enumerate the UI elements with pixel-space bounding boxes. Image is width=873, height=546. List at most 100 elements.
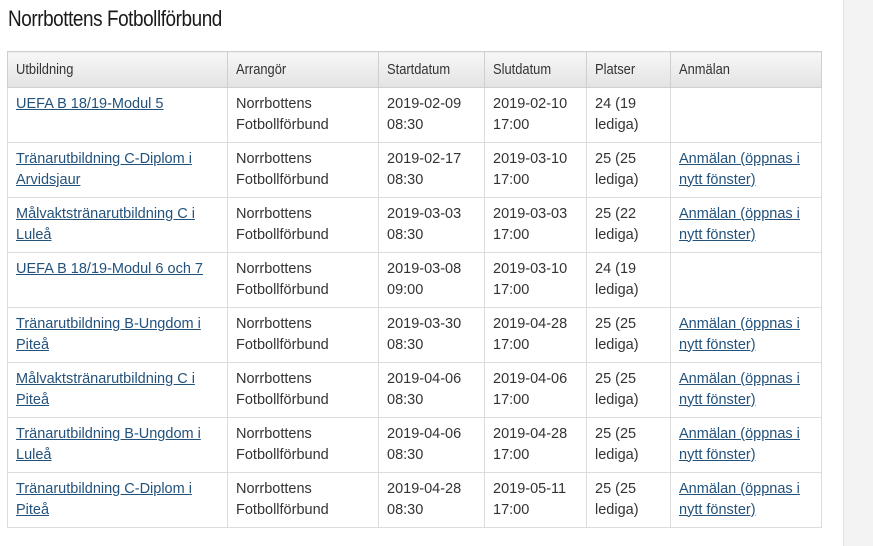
table-row: Tränarutbildning C-Diplom i Piteå Norrbot… (7, 472, 822, 528)
start-time: 08:30 (387, 116, 424, 133)
end-date-cell: 2019-03-10 17:00 (484, 142, 587, 198)
start-date: 2019-04-06 (387, 371, 462, 387)
table-row: Tränarutbildning C-Diplom i Arvidsjaur No… (7, 142, 822, 198)
end-date: 2019-03-10 (493, 261, 568, 277)
course-link[interactable]: Tränarutbildning B-Ungdom i Piteå (16, 316, 201, 353)
start-time: 08:30 (387, 446, 424, 463)
registration-cell: Anmälan (öppnas i nytt fönster) (670, 197, 822, 253)
end-time: 17:00 (493, 281, 530, 298)
column-header-slutdatum: Slutdatum (484, 51, 587, 88)
end-date-cell: 2019-04-28 17:00 (484, 417, 587, 473)
organizer-cell: Norrbottens Fotbollförbund (227, 417, 379, 473)
end-time: 17:00 (493, 116, 530, 133)
seats-cell: 24 (19 lediga) (586, 252, 671, 308)
start-time: 08:30 (387, 336, 424, 353)
table-row: UEFA B 18/19-Modul 6 och 7 Norrbottens Fo… (7, 252, 822, 308)
start-time: 08:30 (387, 391, 424, 408)
registration-cell (670, 87, 822, 143)
end-date-cell: 2019-03-10 17:00 (484, 252, 587, 308)
end-date-cell: 2019-05-11 17:00 (484, 472, 587, 528)
course-cell: Tränarutbildning C-Diplom i Arvidsjaur (7, 142, 228, 198)
organizer-cell: Norrbottens Fotbollförbund (227, 472, 379, 528)
end-time: 17:00 (493, 446, 530, 463)
end-date: 2019-04-28 (493, 426, 568, 442)
registration-cell: Anmälan (öppnas i nytt fönster) (670, 472, 822, 528)
start-date-cell: 2019-02-09 08:30 (378, 87, 485, 143)
start-date-cell: 2019-03-30 08:30 (378, 307, 485, 363)
start-date-cell: 2019-04-06 08:30 (378, 417, 485, 473)
course-cell: UEFA B 18/19-Modul 6 och 7 (7, 252, 228, 308)
start-date: 2019-02-17 (387, 151, 462, 167)
organizer-cell: Norrbottens Fotbollförbund (227, 307, 379, 363)
organizer-cell: Norrbottens Fotbollförbund (227, 362, 379, 418)
seats-cell: 25 (25 lediga) (586, 142, 671, 198)
registration-cell: Anmälan (öppnas i nytt fönster) (670, 417, 822, 473)
start-date: 2019-03-03 (387, 206, 462, 222)
start-time: 09:00 (387, 281, 424, 298)
end-time: 17:00 (493, 391, 530, 408)
course-cell: Målvaktstränarutbildning C i Luleå (7, 197, 228, 253)
end-time: 17:00 (493, 501, 530, 518)
course-table: Utbildning Arrangör Startdatum Slutdatum… (7, 51, 822, 528)
column-header-startdatum: Startdatum (378, 51, 485, 88)
organizer-cell: Norrbottens Fotbollförbund (227, 197, 379, 253)
course-link[interactable]: UEFA B 18/19-Modul 5 (16, 96, 164, 112)
table-row: Tränarutbildning B-Ungdom i Piteå Norrbot… (7, 307, 822, 363)
course-cell: Tränarutbildning C-Diplom i Piteå (7, 472, 228, 528)
start-date-cell: 2019-04-28 08:30 (378, 472, 485, 528)
table-row: Målvaktstränarutbildning C i Piteå Norrbo… (7, 362, 822, 418)
start-date-cell: 2019-03-08 09:00 (378, 252, 485, 308)
start-date: 2019-03-30 (387, 316, 462, 332)
column-header-utbildning: Utbildning (7, 51, 228, 88)
course-link[interactable]: Tränarutbildning C-Diplom i Piteå (16, 481, 192, 518)
end-date-cell: 2019-03-03 17:00 (484, 197, 587, 253)
start-date-cell: 2019-04-06 08:30 (378, 362, 485, 418)
start-time: 08:30 (387, 226, 424, 243)
registration-link[interactable]: Anmälan (öppnas i nytt fönster) (679, 151, 800, 188)
organizer-cell: Norrbottens Fotbollförbund (227, 87, 379, 143)
organizer-cell: Norrbottens Fotbollförbund (227, 252, 379, 308)
table-row: Tränarutbildning B-Ungdom i Luleå Norrbot… (7, 417, 822, 473)
seats-cell: 25 (25 lediga) (586, 362, 671, 418)
registration-link[interactable]: Anmälan (öppnas i nytt fönster) (679, 371, 800, 408)
end-date: 2019-05-11 (493, 481, 567, 497)
end-date: 2019-03-03 (493, 206, 568, 222)
course-link[interactable]: Målvaktstränarutbildning C i Luleå (16, 206, 195, 243)
course-link[interactable]: Tränarutbildning C-Diplom i Arvidsjaur (16, 151, 192, 188)
end-date-cell: 2019-04-28 17:00 (484, 307, 587, 363)
course-cell: UEFA B 18/19-Modul 5 (7, 87, 228, 143)
course-link[interactable]: UEFA B 18/19-Modul 6 och 7 (16, 261, 203, 277)
seats-cell: 25 (25 lediga) (586, 307, 671, 363)
seats-cell: 24 (19 lediga) (586, 87, 671, 143)
course-cell: Tränarutbildning B-Ungdom i Piteå (7, 307, 228, 363)
end-date: 2019-04-28 (493, 316, 568, 332)
table-header-row: Utbildning Arrangör Startdatum Slutdatum… (7, 51, 822, 88)
course-cell: Tränarutbildning B-Ungdom i Luleå (7, 417, 228, 473)
end-time: 17:00 (493, 226, 530, 243)
registration-link[interactable]: Anmälan (öppnas i nytt fönster) (679, 481, 800, 518)
end-date-cell: 2019-04-06 17:00 (484, 362, 587, 418)
seats-cell: 25 (25 lediga) (586, 472, 671, 528)
start-date: 2019-02-09 (387, 96, 462, 112)
organizer-cell: Norrbottens Fotbollförbund (227, 142, 379, 198)
seats-cell: 25 (22 lediga) (586, 197, 671, 253)
registration-link[interactable]: Anmälan (öppnas i nytt fönster) (679, 206, 800, 243)
column-header-anmalan: Anmälan (670, 51, 822, 88)
start-time: 08:30 (387, 501, 424, 518)
start-date: 2019-04-28 (387, 481, 462, 497)
end-time: 17:00 (493, 171, 530, 188)
registration-link[interactable]: Anmälan (öppnas i nytt fönster) (679, 426, 800, 463)
page-title: Norrbottens Fotbollförbund (8, 6, 222, 31)
seats-cell: 25 (25 lediga) (586, 417, 671, 473)
start-date: 2019-04-06 (387, 426, 462, 442)
registration-link[interactable]: Anmälan (öppnas i nytt fönster) (679, 316, 800, 353)
registration-cell: Anmälan (öppnas i nytt fönster) (670, 142, 822, 198)
course-link[interactable]: Målvaktstränarutbildning C i Piteå (16, 371, 195, 408)
registration-cell: Anmälan (öppnas i nytt fönster) (670, 307, 822, 363)
course-link[interactable]: Tränarutbildning B-Ungdom i Luleå (16, 426, 201, 463)
start-date-cell: 2019-02-17 08:30 (378, 142, 485, 198)
end-time: 17:00 (493, 336, 530, 353)
end-date: 2019-02-10 (493, 96, 568, 112)
start-date: 2019-03-08 (387, 261, 462, 277)
table-row: UEFA B 18/19-Modul 5 Norrbottens Fotbollf… (7, 87, 822, 143)
